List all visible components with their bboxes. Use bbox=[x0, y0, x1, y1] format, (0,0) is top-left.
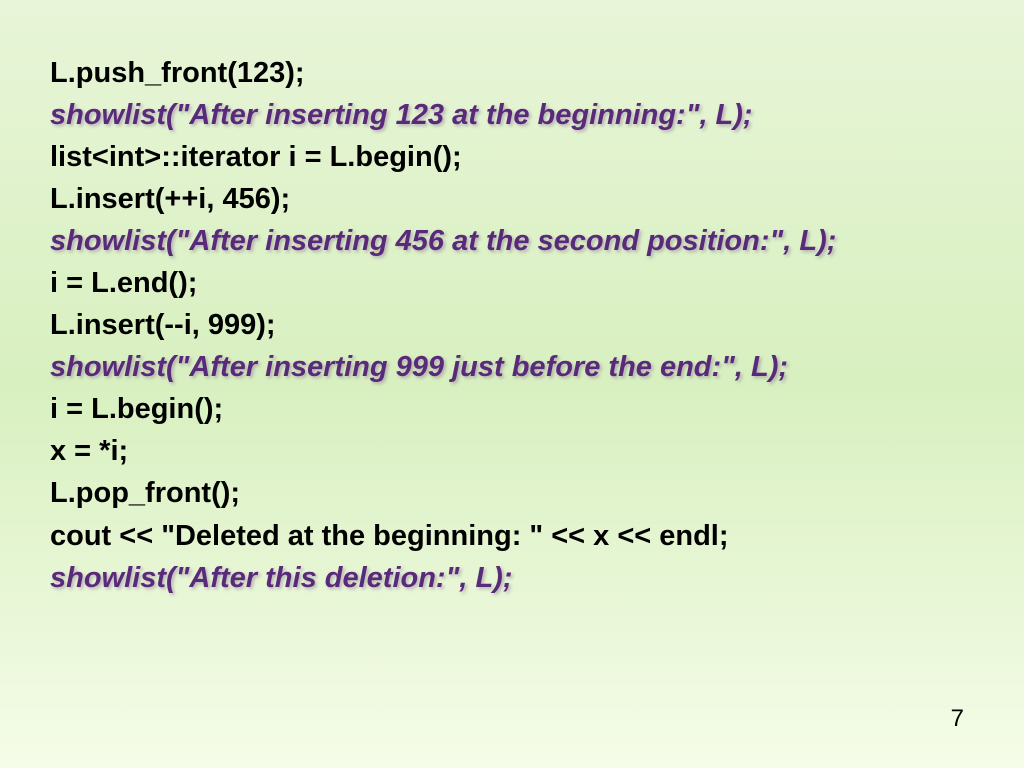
code-line-8: showlist("After inserting 999 just befor… bbox=[50, 346, 974, 388]
code-line-5: showlist("After inserting 456 at the sec… bbox=[50, 220, 974, 262]
code-line-12: cout << "Deleted at the beginning: " << … bbox=[50, 515, 974, 557]
code-line-10: x = *i; bbox=[50, 430, 974, 472]
code-line-6: i = L.end(); bbox=[50, 262, 974, 304]
page-number: 7 bbox=[951, 705, 964, 733]
code-line-3: list<int>::iterator i = L.begin(); bbox=[50, 136, 974, 178]
code-line-1: L.push_front(123); bbox=[50, 52, 974, 94]
code-line-11: L.pop_front(); bbox=[50, 472, 974, 514]
code-block: L.push_front(123); showlist("After inser… bbox=[50, 52, 974, 599]
code-line-13: showlist("After this deletion:", L); bbox=[50, 557, 974, 599]
code-line-4: L.insert(++i, 456); bbox=[50, 178, 974, 220]
code-line-7: L.insert(--i, 999); bbox=[50, 304, 974, 346]
code-line-2: showlist("After inserting 123 at the beg… bbox=[50, 94, 974, 136]
code-line-9: i = L.begin(); bbox=[50, 388, 974, 430]
